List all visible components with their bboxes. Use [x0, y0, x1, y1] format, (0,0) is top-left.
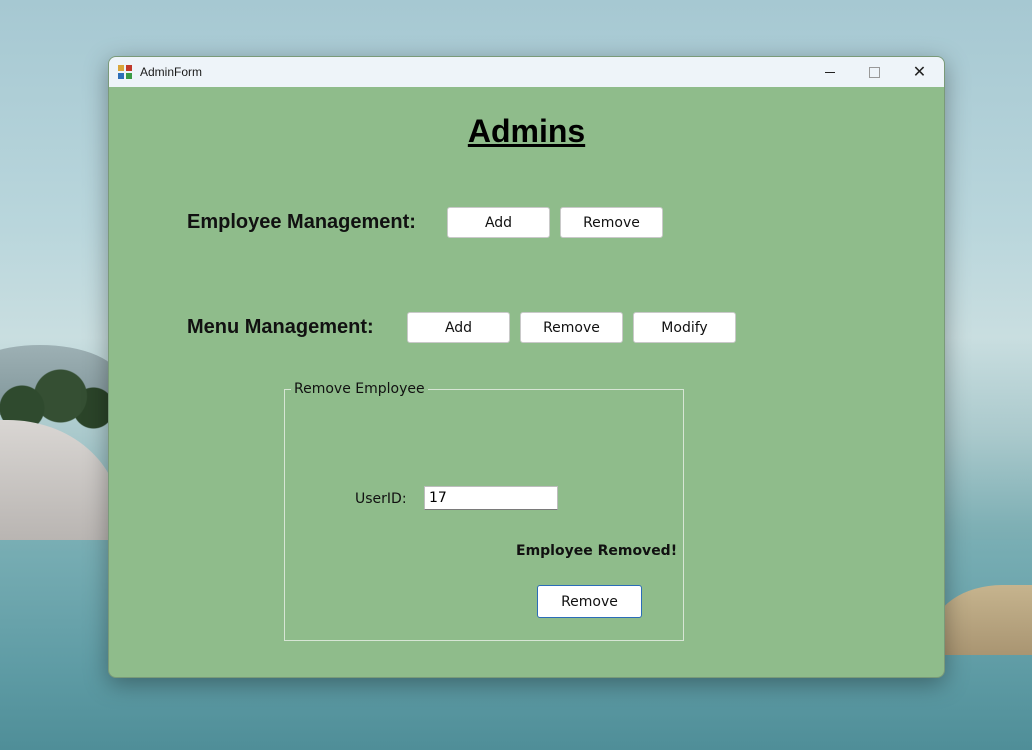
menu-management-label: Menu Management:	[187, 316, 374, 338]
page-title: Admins	[467, 113, 586, 149]
userid-label: UserID:	[355, 491, 407, 507]
groupbox-title: Remove Employee	[291, 381, 428, 397]
remove-employee-groupbox: Remove Employee UserID: Employee Removed…	[284, 381, 684, 641]
admin-form-window: AdminForm ✕ Admins Employee Management: …	[108, 56, 945, 678]
confirm-remove-employee-button[interactable]: Remove	[537, 585, 642, 618]
minimize-icon	[824, 71, 835, 73]
close-button[interactable]: ✕	[897, 57, 942, 87]
modify-menu-item-button[interactable]: Modify	[633, 312, 736, 343]
remove-employee-button[interactable]: Remove	[560, 207, 663, 238]
add-menu-item-button[interactable]: Add	[407, 312, 510, 343]
employee-management-label: Employee Management:	[187, 211, 416, 233]
window-title: AdminForm	[140, 65, 203, 79]
minimize-button[interactable]	[807, 57, 852, 87]
status-message: Employee Removed!	[516, 543, 678, 559]
windows-form-icon	[118, 65, 132, 79]
close-icon: ✕	[912, 62, 927, 81]
maximize-button[interactable]	[852, 57, 897, 87]
remove-menu-item-button[interactable]: Remove	[520, 312, 623, 343]
add-employee-button[interactable]: Add	[447, 207, 550, 238]
userid-input[interactable]	[424, 486, 558, 510]
title-bar[interactable]: AdminForm ✕	[109, 57, 944, 87]
maximize-icon	[869, 66, 880, 78]
form-client-area: Admins Employee Management: Add Remove M…	[109, 87, 944, 677]
